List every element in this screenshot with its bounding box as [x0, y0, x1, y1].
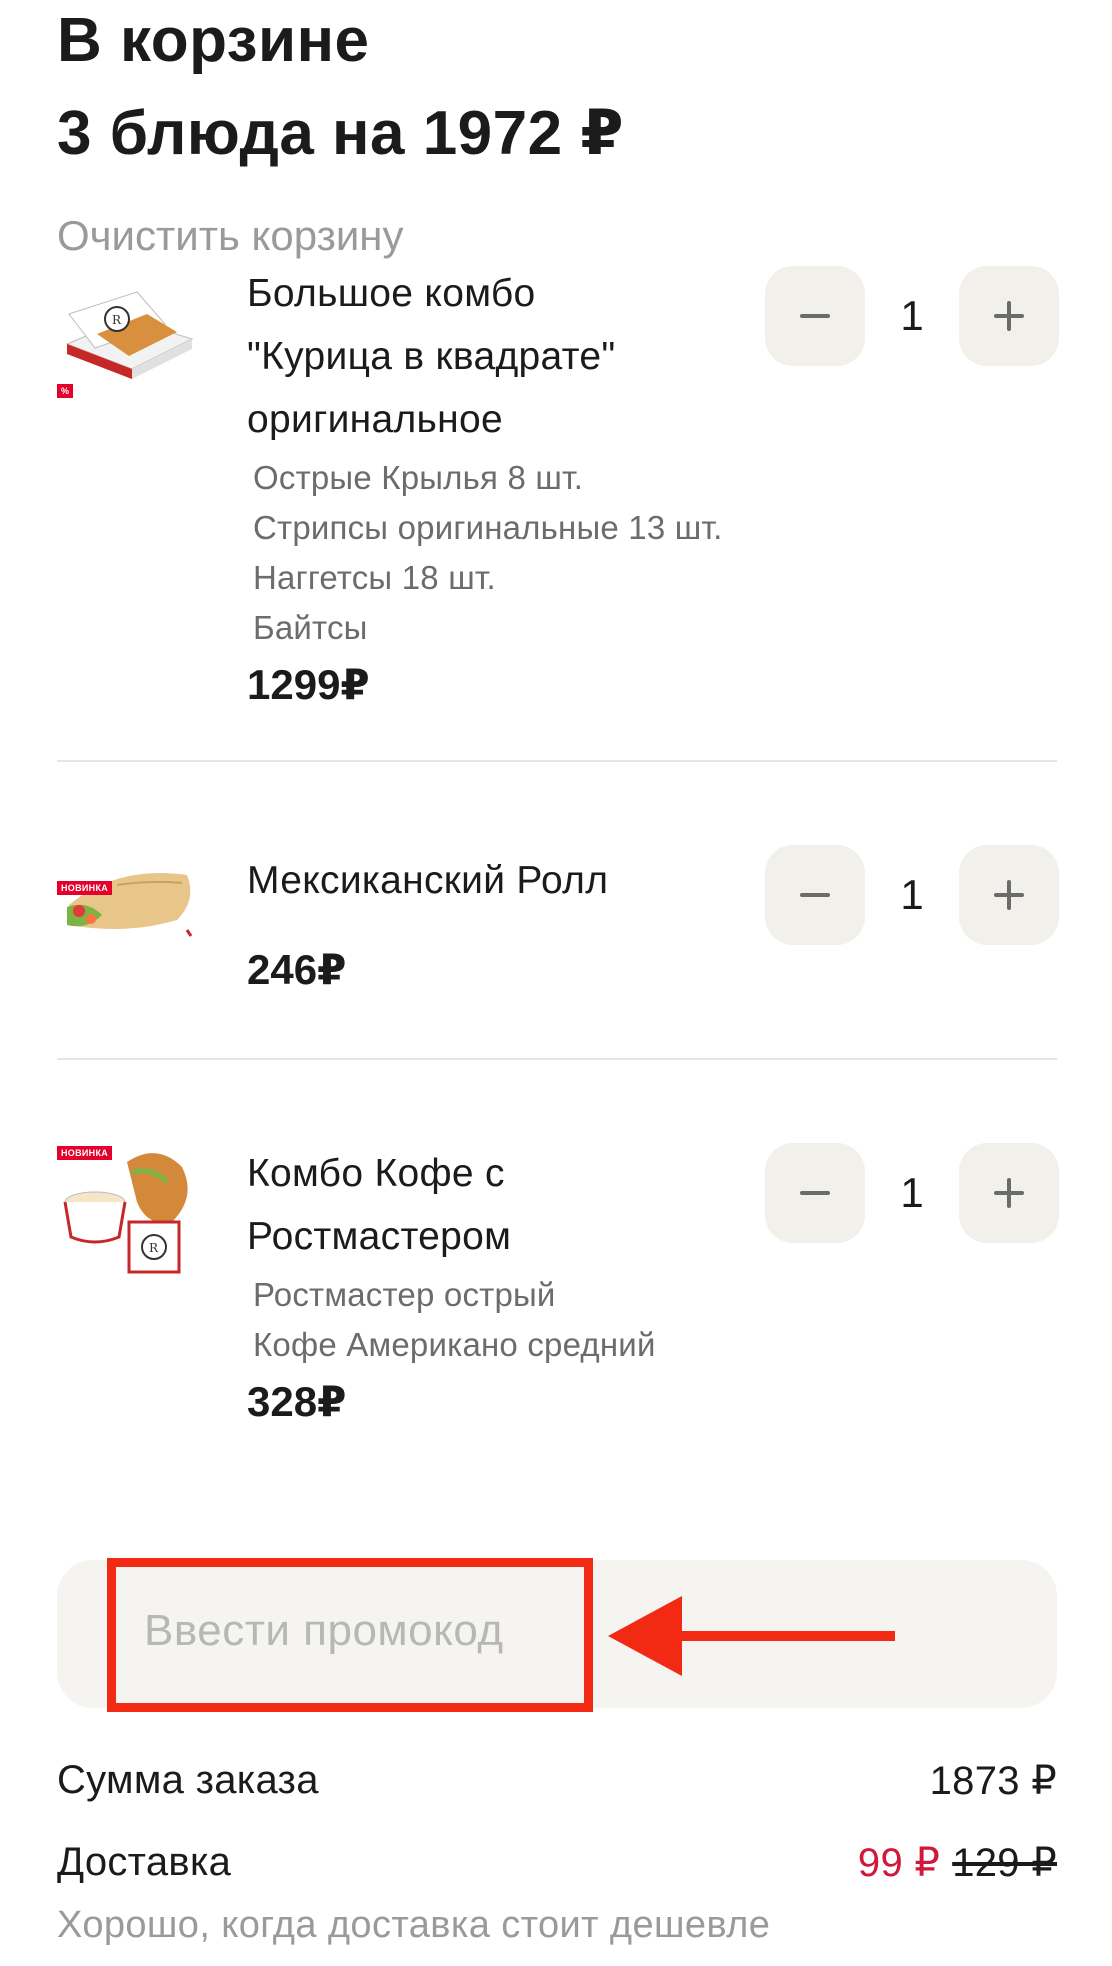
increase-quantity-button[interactable]	[959, 266, 1059, 366]
delivery-label: Доставка	[57, 1840, 232, 1884]
annotation-arrow-icon	[608, 1596, 895, 1676]
product-image: R %	[57, 284, 197, 404]
item-name-line: Мексиканский Ролл	[247, 859, 609, 902]
quantity-value: 1	[900, 1169, 924, 1216]
item-name-line: Большое комбо	[247, 272, 536, 315]
plus-icon	[994, 880, 1024, 910]
cart-screen: В корзине 3 блюда на 1972 ₽ Очистить кор…	[0, 0, 1112, 1966]
new-badge: НОВИНКА	[57, 881, 113, 895]
item-modifier: Ростмастер острый	[253, 1276, 556, 1313]
increase-quantity-button[interactable]	[959, 845, 1059, 945]
order-sum-row: Сумма заказа 1873 ₽	[57, 1758, 1057, 1818]
item-modifiers: Ростмастер острый Кофе Американо средний	[247, 1270, 807, 1370]
decrease-quantity-button[interactable]	[765, 266, 865, 366]
delivery-price: 99 ₽	[857, 1841, 941, 1885]
decrease-quantity-button[interactable]	[765, 845, 865, 945]
svg-text:R: R	[112, 313, 122, 327]
item-name-line: оригинальное	[247, 398, 503, 441]
item-name: Мексиканский Ролл	[247, 849, 807, 912]
item-name-line: Комбо Кофе с	[247, 1152, 505, 1195]
quantity-stepper: 1	[765, 266, 1059, 366]
increase-quantity-button[interactable]	[959, 1143, 1059, 1243]
delivery-row: Доставка 99 ₽129 ₽	[57, 1840, 1057, 1900]
divider	[57, 760, 1057, 762]
divider	[57, 1058, 1057, 1060]
item-price: 328₽	[247, 1378, 347, 1425]
quantity-value: 1	[900, 871, 924, 918]
item-modifier: Наггетсы 18 шт.	[253, 559, 496, 596]
decrease-quantity-button[interactable]	[765, 1143, 865, 1243]
new-badge: НОВИНКА	[57, 1146, 113, 1160]
item-info: Комбо Кофе с Ростмастером Ростмастер ост…	[247, 1142, 807, 1432]
item-name: Большое комбо "Курица в квадрате" оригин…	[247, 262, 807, 451]
quantity-stepper: 1	[765, 845, 1059, 945]
item-name: Комбо Кофе с Ростмастером	[247, 1142, 807, 1268]
annotation-highlight-box	[107, 1558, 593, 1712]
order-sum-value: 1873 ₽	[929, 1759, 1057, 1803]
item-modifier: Острые Крылья 8 шт.	[253, 459, 584, 496]
item-info: Мексиканский Ролл 246₽	[247, 845, 807, 1000]
product-image: НОВИНКА	[57, 845, 197, 965]
minus-icon	[800, 1191, 830, 1195]
discount-badge: %	[57, 384, 74, 398]
minus-icon	[800, 893, 830, 897]
item-modifiers: Острые Крылья 8 шт. Стрипсы оригинальные…	[247, 453, 807, 653]
item-modifier: Байтсы	[253, 609, 368, 646]
delivery-price-group: 99 ₽129 ₽	[858, 1840, 1057, 1886]
item-name-line: "Курица в квадрате"	[247, 335, 616, 378]
quantity-value: 1	[900, 292, 924, 339]
page-title-line1: В корзине	[57, 6, 370, 75]
plus-icon	[994, 1178, 1024, 1208]
delivery-old-price: 129 ₽	[952, 1841, 1057, 1885]
item-name-line: Ростмастером	[247, 1215, 512, 1258]
item-modifier: Стрипсы оригинальные 13 шт.	[253, 509, 723, 546]
item-modifier: Кофе Американо средний	[253, 1326, 656, 1363]
product-image: R НОВИНКА	[57, 1142, 197, 1282]
page-title: В корзине 3 блюда на 1972 ₽	[57, 4, 624, 170]
order-sum-label: Сумма заказа	[57, 1758, 319, 1802]
quantity-stepper: 1	[765, 1143, 1059, 1243]
svg-text:R: R	[149, 1241, 159, 1255]
plus-icon	[994, 301, 1024, 331]
item-price: 246₽	[247, 946, 347, 993]
clear-cart-button[interactable]: Очистить корзину	[57, 212, 404, 260]
cart-summary-title: 3 блюда на 1972 ₽	[57, 99, 624, 169]
item-info: Большое комбо "Курица в квадрате" оригин…	[247, 262, 807, 715]
minus-icon	[800, 314, 830, 318]
item-price: 1299₽	[247, 661, 370, 708]
delivery-hint: Хорошо, когда доставка стоит дешевле	[57, 1904, 771, 1946]
